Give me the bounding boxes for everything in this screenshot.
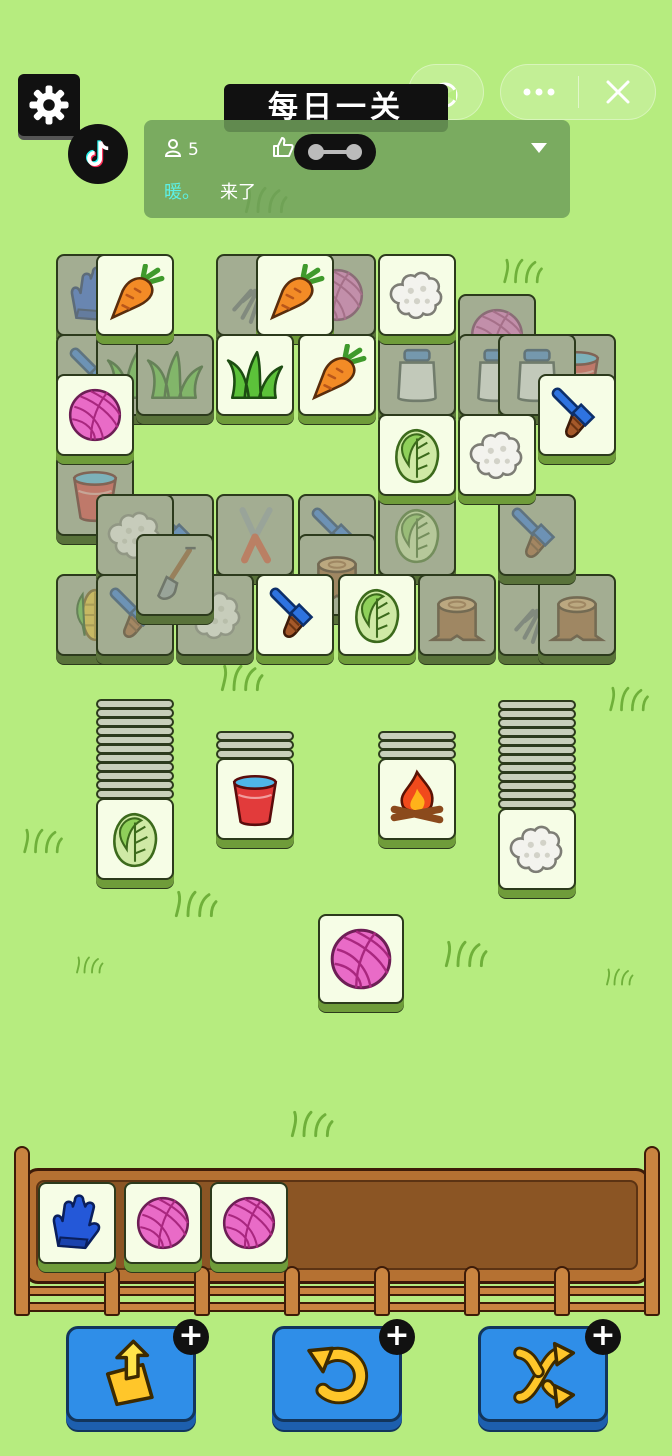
carrot-icon [306,344,368,406]
grass-decoration-icon [440,940,490,968]
shovel-tile [136,534,214,616]
grass-decoration-icon [604,962,634,992]
move-out-icon [105,1339,154,1407]
yarn-icon [218,1192,280,1254]
shovel-icon [144,544,206,606]
cabbage-tile[interactable] [378,414,456,496]
move-out-button[interactable]: + [66,1319,209,1422]
fence-post [554,1266,570,1316]
fence-post [464,1266,480,1316]
grass-decoration-icon [74,950,104,980]
fence-post [104,1266,120,1316]
grass-icon [224,344,286,406]
tile-board [0,0,672,700]
carrot-icon [104,264,166,326]
undo-icon [307,1346,368,1405]
stump-tile [418,574,496,656]
stump-icon [426,584,488,646]
brush-icon [264,584,326,646]
cabbage-icon [386,424,448,486]
cabbage-tile [378,494,456,576]
carrot-tile[interactable] [298,334,376,416]
fence-post [374,1266,390,1316]
wool-icon [386,264,448,326]
carrot-icon [264,264,326,326]
shears-tile [216,494,294,576]
grass-decoration-icon [170,890,220,918]
yarn-icon [325,923,397,995]
cabbage-icon [346,584,408,646]
brush-icon [546,384,608,446]
yarn-icon [64,384,126,446]
stump-tile [538,574,616,656]
wool-icon [466,424,528,486]
carrot-tile[interactable] [256,254,334,336]
wool-tile[interactable] [458,414,536,496]
cabbage-tile[interactable] [338,574,416,656]
wool-tile[interactable] [378,254,456,336]
yarn-tile[interactable] [318,914,404,1004]
wool-icon [506,818,568,880]
shuffle-button[interactable]: + [478,1319,621,1422]
fence-post [14,1146,30,1316]
brush-tile [498,494,576,576]
undo-button[interactable]: + [272,1319,415,1422]
brush-tile[interactable] [256,574,334,656]
glove-tile[interactable] [38,1182,116,1264]
campfire-icon [386,768,448,830]
add-undo-button[interactable]: + [379,1319,415,1355]
brush-icon [506,504,568,566]
grass-decoration-icon [286,1110,336,1138]
bucket-icon [224,768,286,830]
grass-tile[interactable] [216,334,294,416]
glove-icon [46,1192,108,1254]
cabbage-icon [104,808,166,870]
yarn-tile[interactable] [56,374,134,456]
jar-tile [378,334,456,416]
fence-post [194,1266,210,1316]
fence-post [644,1146,660,1316]
yarn-tile[interactable] [124,1182,202,1264]
cabbage-tile[interactable] [96,798,174,880]
carrot-tile[interactable] [96,254,174,336]
yarn-tile[interactable] [210,1182,288,1264]
grass-icon [144,344,206,406]
wool-tile[interactable] [498,808,576,890]
add-shuffle-button[interactable]: + [585,1319,621,1355]
brush-tile[interactable] [538,374,616,456]
yarn-icon [132,1192,194,1254]
bucket-tile[interactable] [216,758,294,840]
campfire-tile[interactable] [378,758,456,840]
grass-tile [136,334,214,416]
jar-icon [386,344,448,406]
shears-icon [224,504,286,566]
cabbage-icon [386,504,448,566]
shuffle-icon [513,1341,576,1409]
add-move-out-button[interactable]: + [173,1319,209,1355]
fence-post [284,1266,300,1316]
grass-decoration-icon [18,828,66,854]
stump-icon [546,584,608,646]
